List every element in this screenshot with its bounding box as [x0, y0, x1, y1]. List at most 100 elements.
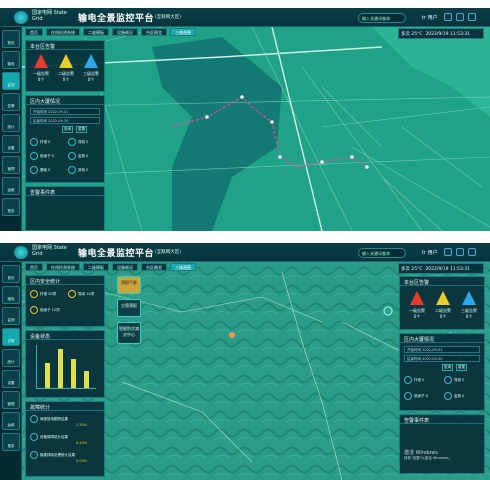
status-bar-chart: [36, 345, 96, 389]
notification-icon[interactable]: [444, 248, 452, 256]
events-panel: 告警事件表: [25, 186, 105, 231]
alarm-level3-icon: [462, 291, 476, 305]
panel-title: 告警事件表: [400, 415, 484, 424]
notification-icon[interactable]: [444, 13, 452, 21]
status-bar: [71, 358, 76, 388]
breadcrumb-item[interactable]: 在线检测系统: [46, 263, 80, 271]
alarm-level1-icon: [34, 54, 48, 68]
alarm-level3-icon: [84, 54, 98, 68]
weather-widget: 多云 25°C 2022/9/19 11:53:31: [398, 28, 484, 39]
sidebar-item-monitor[interactable]: 监测: [2, 72, 20, 90]
breadcrumb-item[interactable]: 设备概况: [112, 263, 138, 271]
top-header: 国家电网 State Grid 输电全景监控平台 (互联网大区) 输入关键词查询…: [0, 8, 490, 27]
app-subtitle: (互联网大区): [155, 250, 182, 255]
breadcrumb-item[interactable]: 在线检测系统: [46, 28, 80, 36]
sidebar-item-ops[interactable]: 运维: [2, 412, 20, 430]
reset-button[interactable]: 重置: [76, 126, 87, 133]
alarm-level2-icon: [436, 291, 450, 305]
panel-title: 设备状态: [26, 331, 104, 340]
query-panel: 区内大厦情况 开始时间 2022-09-01 结束时间 2022-09-30 查…: [25, 95, 105, 183]
end-date-field[interactable]: 结束时间 2022-09-30: [30, 117, 100, 124]
breadcrumb-home[interactable]: 首页: [25, 28, 43, 36]
panel-title: 告警事件表: [26, 187, 104, 196]
fault-value: 0.00%: [76, 459, 88, 463]
alarm-panel-right: 本台区告警 一级告警 0个 二级告警 0个 三级告警 0个: [399, 276, 485, 330]
panel-title: 区内安全统计: [26, 276, 104, 285]
reset-button[interactable]: 重置: [456, 364, 467, 371]
sidebar-item-ops[interactable]: 运维: [2, 177, 20, 195]
settings-icon[interactable]: [456, 13, 464, 21]
sidebar-item-settings[interactable]: 设置: [2, 370, 20, 388]
state-grid-logo: [14, 246, 28, 259]
end-date-field[interactable]: 结束时间 2022-09-30: [404, 355, 480, 362]
weather-widget: 多云 25°C 2022/9/19 11:53:31: [398, 263, 484, 274]
breadcrumb-current[interactable]: 三维视图: [170, 263, 196, 271]
sidebar-item-home[interactable]: 首页: [2, 265, 20, 283]
chip-weather-forecast[interactable]: 预报气象: [117, 276, 141, 294]
settings-icon[interactable]: [456, 248, 464, 256]
logout-icon[interactable]: [468, 248, 476, 256]
top-header: 国家电网 State Grid 输电全景监控平台 (互联网大区) 输入关键词查询…: [0, 243, 490, 262]
sidebar-item-manage[interactable]: 管理: [2, 391, 20, 409]
fault-panel: 故障统计 局部放电跟踪结果 2.50% 设备故障统计结果 6.40% 隐患排除处…: [25, 401, 105, 477]
breadcrumb-item[interactable]: 二维模板: [83, 263, 109, 271]
screenshot-bottom: 国家电网 State Grid 输电全景监控平台 (互联网大区) 输入关键词查询…: [0, 243, 490, 480]
sidebar-item-settings[interactable]: 设置: [2, 135, 20, 153]
breadcrumb-item[interactable]: 台区概览: [141, 263, 167, 271]
search-input[interactable]: 输入关键词查询: [358, 13, 406, 23]
sidebar: 首页 输电 监测 告警 统计 设置 管理 运维 更多: [0, 27, 22, 231]
device-status-panel: 设备状态: [25, 330, 105, 398]
chip-disaster-forecast[interactable]: 灾害预报: [117, 299, 141, 317]
app-subtitle: (互联网大区): [155, 15, 182, 20]
status-bar: [84, 371, 89, 388]
breadcrumb-home[interactable]: 首页: [25, 263, 43, 271]
status-bar: [45, 362, 50, 388]
fault-value: 6.40%: [76, 441, 88, 445]
sidebar-item-manage[interactable]: 管理: [2, 156, 20, 174]
alarm-panel: 本台区告警 一级告警 0个 二级告警 0个 三级告警 0个: [25, 40, 105, 92]
sidebar-item-transmission[interactable]: 输电: [2, 51, 20, 69]
sidebar-item-alarm[interactable]: 告警: [2, 93, 20, 111]
start-date-field[interactable]: 开始时间 2022-09-01: [30, 108, 100, 115]
breadcrumb: 首页 在线检测系统 二维模板 设备概况 台区概览 三维视图: [25, 263, 196, 271]
sidebar-item-transmission[interactable]: 输电: [2, 286, 20, 304]
location-marker[interactable]: [229, 332, 235, 338]
breadcrumb-item[interactable]: 设备概况: [112, 28, 138, 36]
sidebar-item-alarm[interactable]: 告警: [2, 328, 20, 346]
logo-text: 国家电网 State Grid: [32, 10, 67, 22]
panel-title: 本台区告警: [26, 41, 104, 50]
windows-activation-notice: 激活 Windows 转到"设置"以激活 Windows。: [404, 450, 452, 460]
sidebar-item-stats[interactable]: 统计: [2, 114, 20, 132]
screenshot-top: 国家电网 State Grid 输电全景监控平台 (互联网大区) 输入关键词查询…: [0, 8, 490, 231]
logout-icon[interactable]: [468, 13, 476, 21]
alarm-level1-icon: [410, 291, 424, 305]
panel-title: 区内大厦情况: [26, 96, 104, 105]
app-title: 输电全景监控平台: [78, 14, 155, 24]
logo-text: 国家电网 State Grid: [32, 245, 67, 257]
events-panel-right: 告警事件表: [399, 414, 485, 474]
search-input[interactable]: 输入关键词查询: [358, 248, 406, 258]
query-panel-right: 区内大厦情况 开始时间 2022-09-01 结束时间 2022-09-30 查…: [399, 333, 485, 411]
sidebar-item-more[interactable]: 更多: [2, 198, 20, 216]
start-date-field[interactable]: 开始时间 2022-09-01: [404, 346, 480, 353]
fault-value: 2.50%: [76, 423, 88, 427]
user-name[interactable]: tr 用户: [422, 249, 438, 256]
sidebar: 首页 输电 监测 告警 统计 设置 管理 运维 更多: [0, 262, 22, 480]
breadcrumb-current[interactable]: 三维视图: [170, 28, 196, 36]
panel-title: 区内大厦情况: [400, 334, 484, 343]
alarm-level2-icon: [59, 54, 73, 68]
query-button[interactable]: 查询: [62, 126, 73, 133]
sidebar-item-monitor[interactable]: 监测: [2, 307, 20, 325]
sidebar-item-stats[interactable]: 统计: [2, 349, 20, 367]
query-button[interactable]: 查询: [442, 364, 453, 371]
sidebar-item-home[interactable]: 首页: [2, 30, 20, 48]
sidebar-item-more[interactable]: 更多: [2, 433, 20, 451]
breadcrumb: 首页 在线检测系统 二维模板 设备概况 台区概览 三维视图: [25, 28, 196, 36]
state-grid-logo: [14, 11, 28, 24]
user-name[interactable]: tr 用户: [422, 14, 438, 21]
status-bar: [58, 349, 63, 388]
panel-title: 故障统计: [26, 402, 104, 411]
chip-disaster-center[interactable]: 智能防灾减灾中心: [117, 322, 141, 344]
breadcrumb-item[interactable]: 二维模板: [83, 28, 109, 36]
breadcrumb-item[interactable]: 台区概览: [141, 28, 167, 36]
